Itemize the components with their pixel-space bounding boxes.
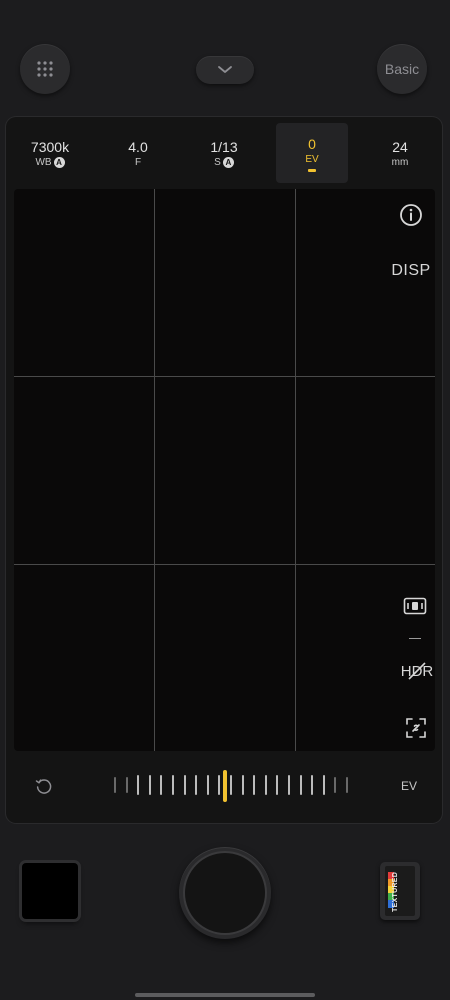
ev-slider[interactable]: EV	[14, 765, 435, 809]
home-indicator[interactable]	[135, 993, 315, 997]
ev-tick	[253, 775, 256, 795]
ev-tick	[299, 775, 302, 795]
ev-tick	[137, 775, 140, 795]
grid-line	[14, 376, 435, 377]
ev-tick	[218, 775, 221, 795]
wb-label: WB	[35, 156, 52, 168]
gallery-thumbnail[interactable]	[22, 863, 78, 919]
basic-mode-label: Basic	[384, 61, 420, 77]
ev-control[interactable]: 0 EV	[276, 123, 348, 183]
camera-panel: 7300k WB A 4.0 F 1/13 SA 0 EV 24 mm DISP…	[6, 117, 442, 823]
reset-icon	[35, 779, 52, 794]
auto-badge: A	[53, 156, 65, 168]
ev-tick	[241, 775, 244, 795]
auto-badge: A	[222, 156, 234, 168]
film-style-label: TEXTURED	[392, 871, 399, 912]
ev-tick	[114, 777, 116, 793]
shutter-value: 1/13	[210, 138, 238, 155]
ev-tick	[160, 775, 163, 795]
disp-button[interactable]: DISP	[386, 259, 435, 283]
ev-tick	[346, 777, 348, 793]
reset-button[interactable]	[32, 775, 56, 799]
info-icon	[400, 204, 422, 226]
collapse-button[interactable]	[196, 56, 254, 84]
ev-slider-label: EV	[400, 779, 417, 793]
ev-tick	[172, 775, 174, 795]
basic-mode-button[interactable]: Basic	[377, 44, 427, 94]
ev-tick	[322, 775, 325, 795]
grid-menu-button[interactable]	[20, 44, 70, 94]
ev-selected-indicator	[308, 168, 316, 172]
focal-label: mm	[391, 156, 409, 168]
disp-label: DISP	[391, 262, 431, 279]
hdr-off-slash-icon	[408, 662, 426, 680]
aperture-label: F	[134, 156, 142, 168]
metering-icon	[403, 597, 427, 615]
chevron-down-icon	[218, 66, 232, 73]
separator	[409, 638, 421, 639]
shutter-button[interactable]	[179, 847, 271, 939]
focal-value: 24	[392, 138, 408, 155]
info-button[interactable]	[398, 202, 424, 228]
ev-tick	[334, 777, 337, 793]
grid-line	[154, 189, 155, 751]
film-style-button[interactable]: TEXTURED	[380, 862, 420, 920]
shutter-label: S	[214, 156, 221, 168]
aperture-control[interactable]: 4.0 F	[102, 123, 174, 183]
grid-dots-icon	[37, 61, 53, 77]
ev-tick	[206, 775, 209, 795]
grid-line	[14, 564, 435, 565]
ev-tick	[311, 775, 314, 795]
ev-tick	[183, 775, 186, 795]
ev-tick	[195, 775, 198, 795]
focus-frame-icon	[406, 718, 426, 738]
ev-tick	[230, 775, 232, 795]
ev-tick	[288, 775, 290, 795]
film-style-card: TEXTURED	[385, 866, 415, 916]
focus-button[interactable]	[404, 716, 428, 740]
aperture-value: 4.0	[128, 138, 148, 155]
shutter-control[interactable]: 1/13 SA	[188, 123, 260, 183]
viewfinder[interactable]: DISP HDR	[14, 189, 435, 751]
grid-line	[295, 189, 296, 751]
ev-value: 0	[308, 135, 316, 152]
ev-slider-indicator[interactable]	[223, 770, 227, 802]
shutter-inner	[185, 853, 265, 933]
wb-value: 7300k	[30, 138, 70, 155]
ev-tick	[264, 775, 267, 795]
ev-tick	[276, 775, 279, 795]
focal-length-control[interactable]: 24 mm	[364, 123, 436, 183]
ev-tick	[148, 775, 151, 795]
ev-label: EV	[305, 153, 319, 165]
white-balance-control[interactable]: 7300k WB A	[14, 123, 86, 183]
hdr-toggle[interactable]: HDR	[397, 659, 435, 683]
metering-button[interactable]	[402, 595, 428, 617]
ev-tick	[125, 777, 128, 793]
